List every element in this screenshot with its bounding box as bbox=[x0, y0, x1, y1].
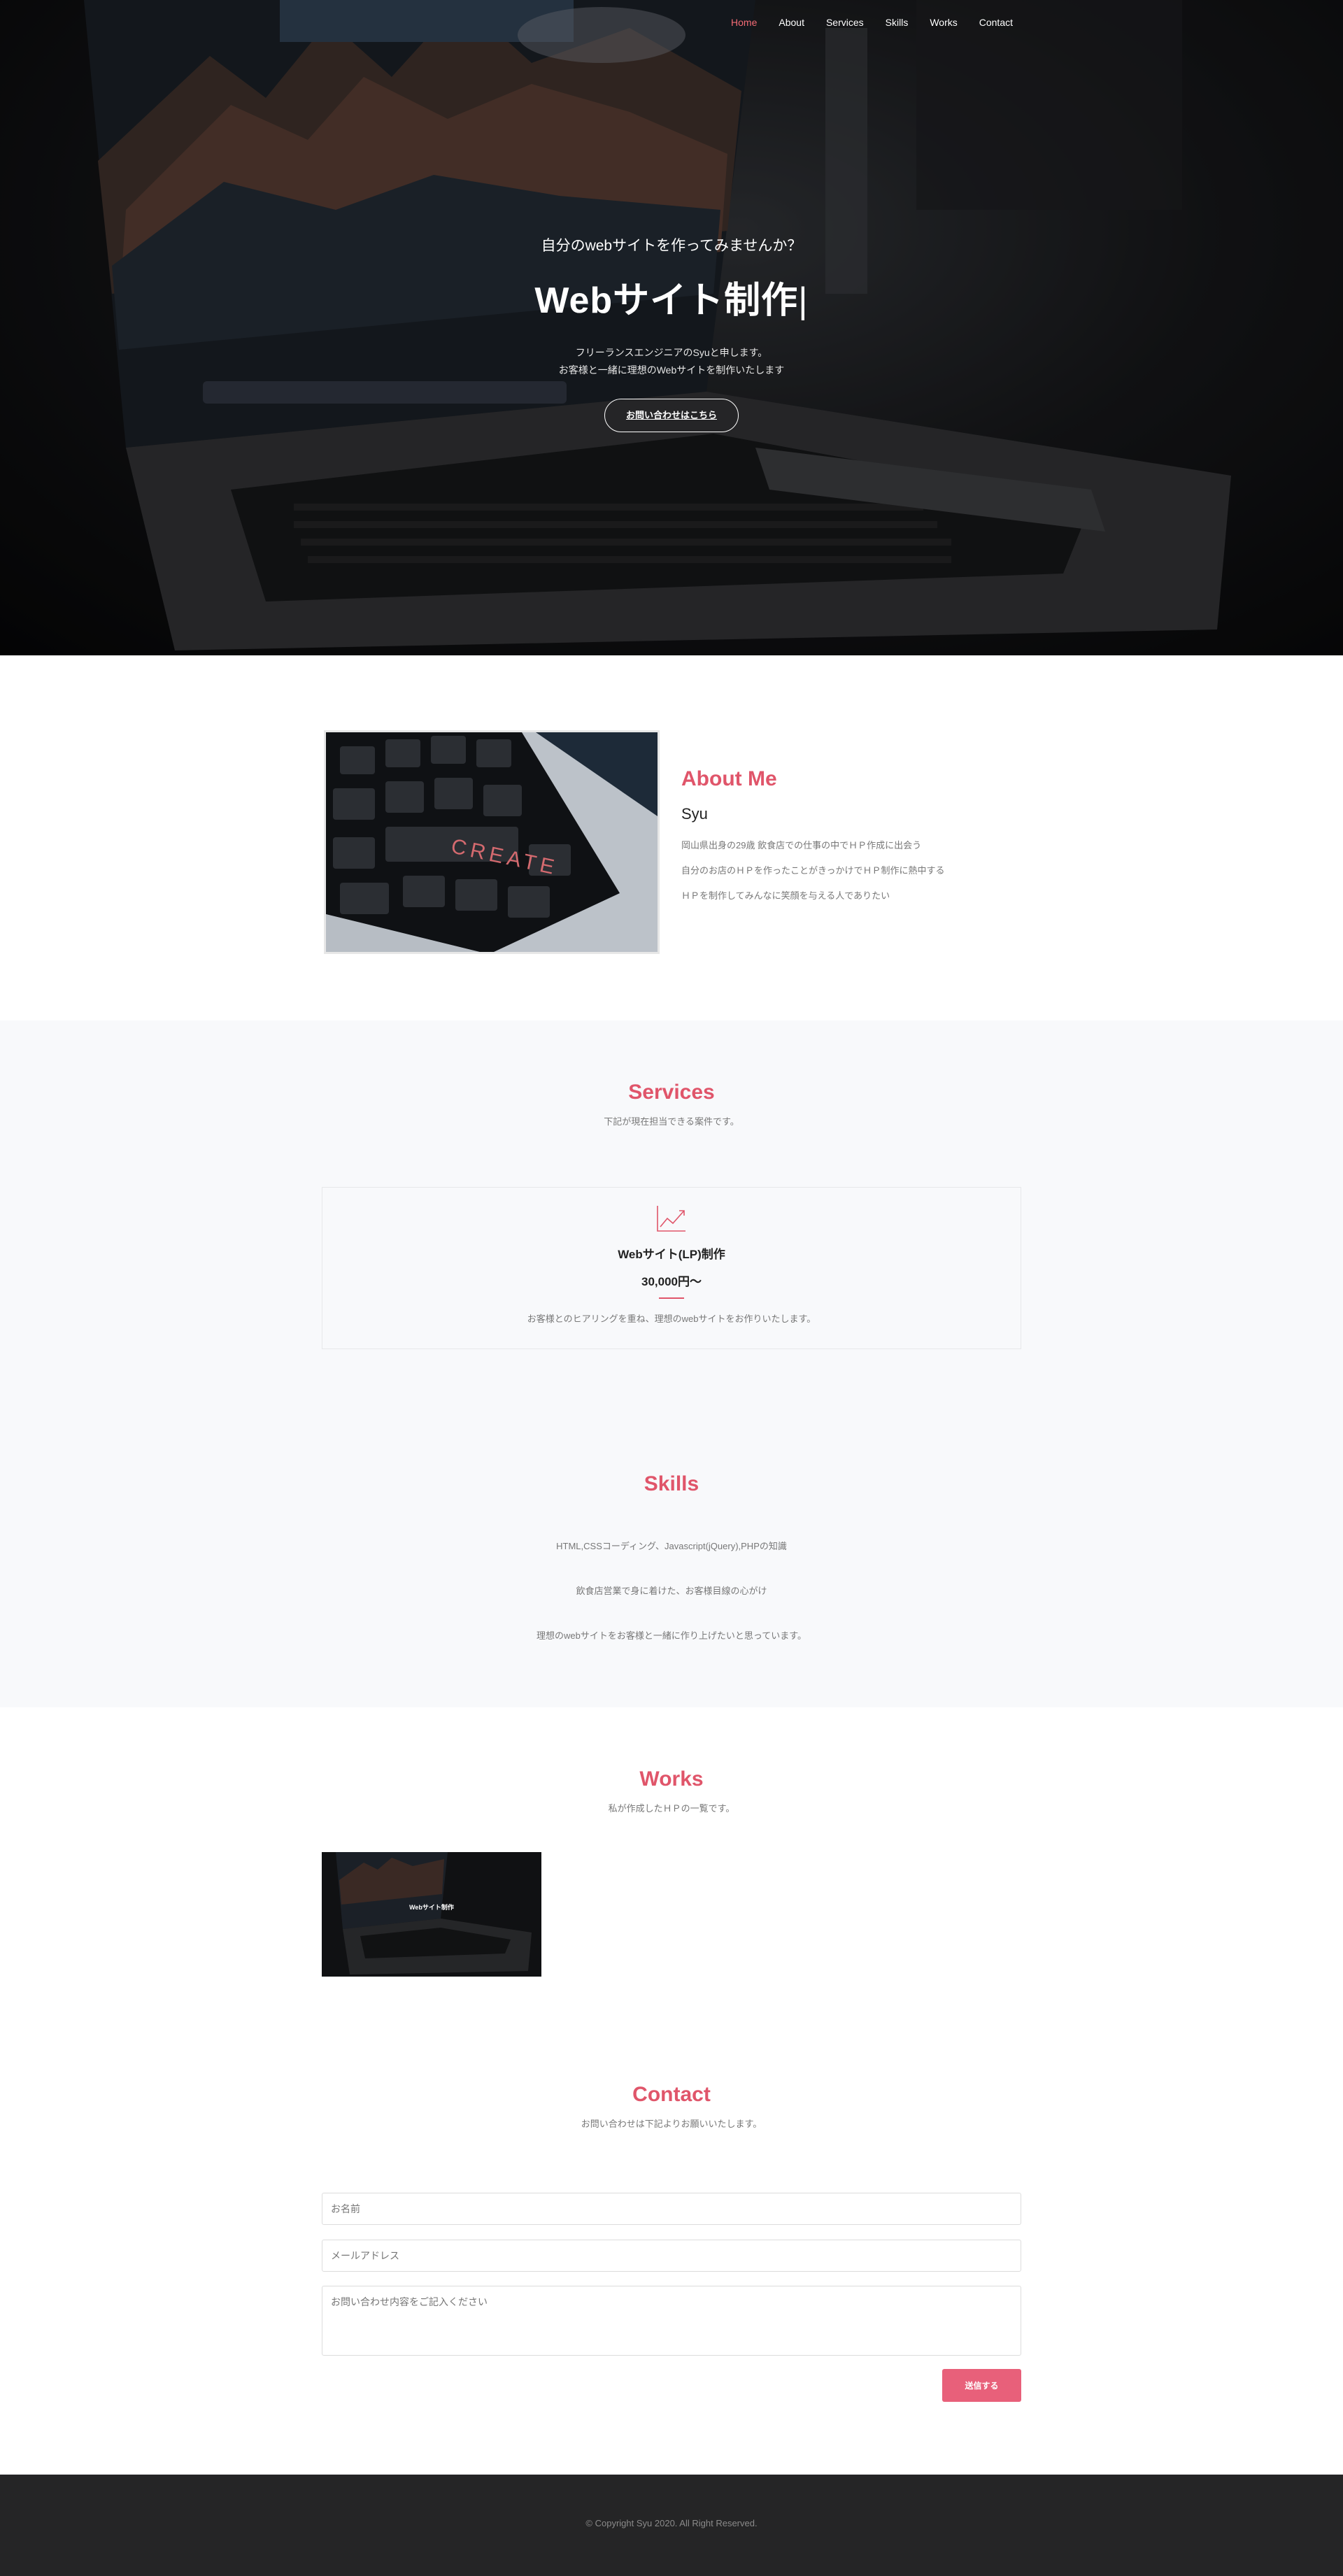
works-header: Works 私が作成したＨＰの一覧です。 bbox=[0, 1767, 1343, 1814]
typing-cursor: | bbox=[798, 280, 809, 321]
message-textarea[interactable] bbox=[322, 2286, 1021, 2356]
contact-cta-button[interactable]: お問い合わせはこちら bbox=[604, 399, 739, 432]
work-thumbnail-caption: Webサイト制作 bbox=[409, 1903, 454, 1911]
services-header: Services 下記が現在担当できる案件です。 bbox=[0, 1081, 1343, 1127]
about-bio-line: ＨＰを制作してみんなに笑顔を与える人でありたい bbox=[681, 890, 890, 901]
main-nav: Home About Services Skills Works Contact bbox=[731, 17, 1013, 28]
nav-item-skills[interactable]: Skills bbox=[886, 17, 909, 28]
nav-item-home[interactable]: Home bbox=[731, 17, 757, 28]
services-skills-section: Services 下記が現在担当できる案件です。 Webサイト(LP)制作 30… bbox=[0, 1020, 1343, 1707]
about-text: About Me Syu 岡山県出身の29歳 飲食店での仕事の中でＨＰ作成に出会… bbox=[681, 767, 1031, 909]
hero-desc-line-1: フリーランスエンジニアのSyuと申します。 bbox=[575, 347, 768, 358]
hero-content: 自分のwebサイトを作ってみませんか？ Webサイト制作| フリーランスエンジニ… bbox=[0, 234, 1343, 432]
work-thumbnail[interactable]: Webサイト制作 bbox=[322, 1852, 541, 1977]
hero-description: フリーランスエンジニアのSyuと申します。 お客様と一緒に理想のWebサイトを制… bbox=[0, 344, 1343, 379]
work-thumbnail-image: Webサイト制作 bbox=[322, 1852, 541, 1977]
service-name: Webサイト(LP)制作 bbox=[618, 1248, 725, 1261]
skills-list: HTML,CSSコーディング、Javascript(jQuery),PHPの知識… bbox=[0, 1524, 1343, 1658]
hero-title-text: Webサイト制作 bbox=[534, 280, 799, 321]
hero-title: Webサイト制作| bbox=[0, 271, 1343, 323]
about-name: Syu bbox=[681, 805, 708, 823]
contact-section: Contact お問い合わせは下記よりお願いいたします。 送信する bbox=[0, 2043, 1343, 2475]
about-bio-line: 自分のお店のＨＰを作ったことがきっかけでＨＰ制作に熱中する bbox=[681, 865, 945, 876]
about-section: CREATE About Me Syu 岡山県出身の29歳 飲食店での仕事の中で… bbox=[0, 655, 1343, 1020]
skill-item: 飲食店営業で身に着けた、お客様目線の心がけ bbox=[576, 1586, 767, 1596]
line-chart-icon bbox=[322, 1204, 1021, 1236]
nav-item-works[interactable]: Works bbox=[930, 17, 957, 28]
services-title: Services bbox=[628, 1081, 715, 1104]
contact-header: Contact お問い合わせは下記よりお願いいたします。 bbox=[0, 2083, 1343, 2130]
nav-item-contact[interactable]: Contact bbox=[979, 17, 1013, 28]
service-price: 30,000円〜 bbox=[641, 1275, 702, 1288]
send-button[interactable]: 送信する bbox=[942, 2369, 1021, 2402]
works-title: Works bbox=[639, 1767, 704, 1791]
nav-item-services[interactable]: Services bbox=[826, 17, 864, 28]
works-subtitle: 私が作成したＨＰの一覧です。 bbox=[608, 1803, 735, 1814]
service-divider bbox=[659, 1297, 684, 1299]
nav-item-about[interactable]: About bbox=[779, 17, 804, 28]
services-subtitle: 下記が現在担当できる案件です。 bbox=[604, 1116, 739, 1127]
about-bio-line: 岡山県出身の29歳 飲食店での仕事の中でＨＰ作成に出会う bbox=[681, 840, 922, 851]
service-description: お客様とのヒアリングを重ね、理想のwebサイトをお作りいたします。 bbox=[527, 1314, 816, 1324]
keyboard-create-image: CREATE bbox=[326, 732, 658, 952]
copyright-text: © Copyright Syu 2020. All Right Reserved… bbox=[585, 2518, 758, 2528]
about-keyboard-photo: CREATE bbox=[324, 730, 660, 954]
hero-lead: 自分のwebサイトを作ってみませんか？ bbox=[541, 238, 802, 254]
skill-item: 理想のwebサイトをお客様と一緒に作り上げたいと思っています。 bbox=[537, 1630, 806, 1641]
skills-title: Skills bbox=[644, 1472, 699, 1495]
name-input[interactable] bbox=[322, 2193, 1021, 2225]
works-section: Works 私が作成したＨＰの一覧です。 Webサイト制作 bbox=[0, 1707, 1343, 2043]
hero-desc-line-2: お客様と一緒に理想のWebサイトを制作いたします bbox=[558, 364, 785, 376]
contact-subtitle: お問い合わせは下記よりお願いいたします。 bbox=[581, 2119, 762, 2129]
contact-title: Contact bbox=[632, 2083, 711, 2106]
about-bio: 岡山県出身の29歳 飲食店での仕事の中でＨＰ作成に出会う 自分のお店のＨＰを作っ… bbox=[681, 833, 1031, 909]
footer: © Copyright Syu 2020. All Right Reserved… bbox=[0, 2475, 1343, 2576]
email-input[interactable] bbox=[322, 2240, 1021, 2272]
about-title: About Me bbox=[681, 767, 777, 790]
skills-header: Skills HTML,CSSコーディング、Javascript(jQuery)… bbox=[0, 1472, 1343, 1658]
service-card: Webサイト(LP)制作 30,000円〜 お客様とのヒアリングを重ね、理想のw… bbox=[322, 1187, 1021, 1349]
hero-section: Home About Services Skills Works Contact… bbox=[0, 0, 1343, 655]
skill-item: HTML,CSSコーディング、Javascript(jQuery),PHPの知識 bbox=[556, 1541, 787, 1551]
